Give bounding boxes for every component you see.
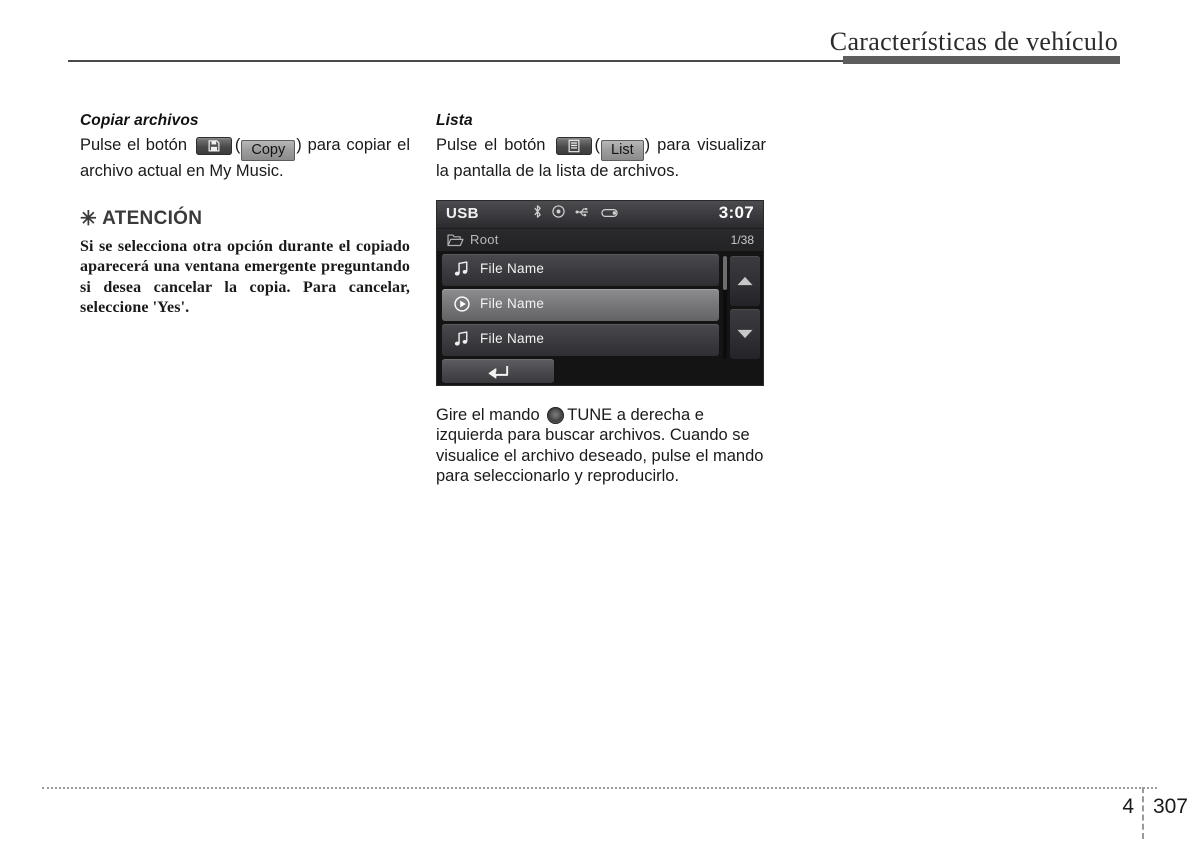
save-floppy-icon [195, 137, 232, 155]
list-heading: Lista [436, 112, 473, 129]
list-paren-close: ) [644, 136, 651, 154]
page-title: Características de vehículo [829, 27, 1118, 56]
footer-chapter-number: 4 [1122, 795, 1134, 818]
path-label: Root [470, 231, 499, 247]
scrollbar-thumb[interactable] [723, 255, 727, 290]
file-name-label: File Name [480, 330, 545, 346]
caution-heading: ✳ ATENCIÓN [80, 208, 410, 230]
triangle-down-icon [737, 329, 753, 338]
list-paragraph: Pulse el botón (List) para visualizar la… [436, 135, 766, 182]
copy-paren-close: ) [296, 136, 302, 154]
footer-page-number: 307 [1152, 795, 1188, 818]
display-title-bar: USB 3:07 [437, 200, 763, 229]
bluetooth-icon [533, 204, 542, 224]
asterisk-icon: ✳ [80, 207, 98, 230]
status-icon-group [533, 204, 618, 224]
copy-paren-open: ( [234, 136, 241, 154]
footer-rule [42, 787, 1157, 789]
scroll-down-button[interactable] [730, 308, 760, 359]
copy-files-paragraph: Pulse el botón (Copy) para copiar el arc… [80, 135, 410, 182]
file-list-row[interactable]: File Name [442, 288, 719, 321]
music-note-icon [454, 260, 469, 282]
scrollbar-track[interactable] [723, 255, 727, 359]
footer-divider [1142, 787, 1144, 839]
caution-block: ✳ ATENCIÓN Si se selecciona otra opción d… [80, 208, 410, 319]
tune-instruction-paragraph: Gire el mando TUNE a derecha e izquierda… [436, 405, 766, 487]
header-rule-bar [843, 56, 1120, 64]
disc-icon [552, 204, 565, 223]
page-header: Características de vehículo [0, 0, 1200, 70]
back-arrow-icon [488, 365, 509, 379]
head-unit-display: USB 3:07 Root 1/38 File Name File Name F… [436, 199, 764, 386]
music-note-icon [454, 330, 469, 352]
list-paren-open: ( [594, 136, 601, 154]
list-lines-icon [555, 137, 592, 155]
folder-open-icon [447, 233, 464, 252]
copy-files-heading: Copiar archivos [80, 112, 199, 129]
copy-chip-label: Copy [241, 140, 296, 161]
path-count: 1/38 [730, 232, 754, 247]
header-rule-thin [68, 60, 846, 62]
usb-stick-icon [601, 205, 618, 223]
display-source-label: USB [446, 204, 479, 222]
triangle-up-icon [737, 276, 753, 285]
display-clock: 3:07 [718, 202, 754, 222]
right-column: Lista Pulse el botón (List) para visuali… [436, 112, 766, 487]
list-chip-label: List [601, 140, 644, 161]
display-path-bar: Root 1/38 [437, 228, 763, 252]
usb-icon [575, 205, 591, 223]
file-name-label: File Name [480, 260, 545, 276]
left-column: Copiar archivos Pulse el botón (Copy) pa… [80, 112, 410, 319]
file-list-row[interactable]: File Name [442, 253, 719, 286]
file-list-row[interactable]: File Name [442, 323, 719, 356]
tune-knob-icon [547, 406, 565, 424]
copy-text-before: Pulse el botón [80, 136, 188, 154]
list-text-before: Pulse el botón [436, 136, 546, 154]
caution-heading-label: ATENCIÓN [102, 207, 203, 229]
file-list: File Name File Name File Name [442, 253, 719, 359]
caution-text: Si se selecciona otra opción durante el … [80, 237, 410, 317]
caption-text-before: Gire el mando [436, 405, 540, 424]
back-button[interactable] [442, 358, 554, 383]
scroll-up-button[interactable] [730, 255, 760, 306]
play-circle-icon [454, 295, 470, 317]
file-name-label: File Name [480, 295, 545, 311]
